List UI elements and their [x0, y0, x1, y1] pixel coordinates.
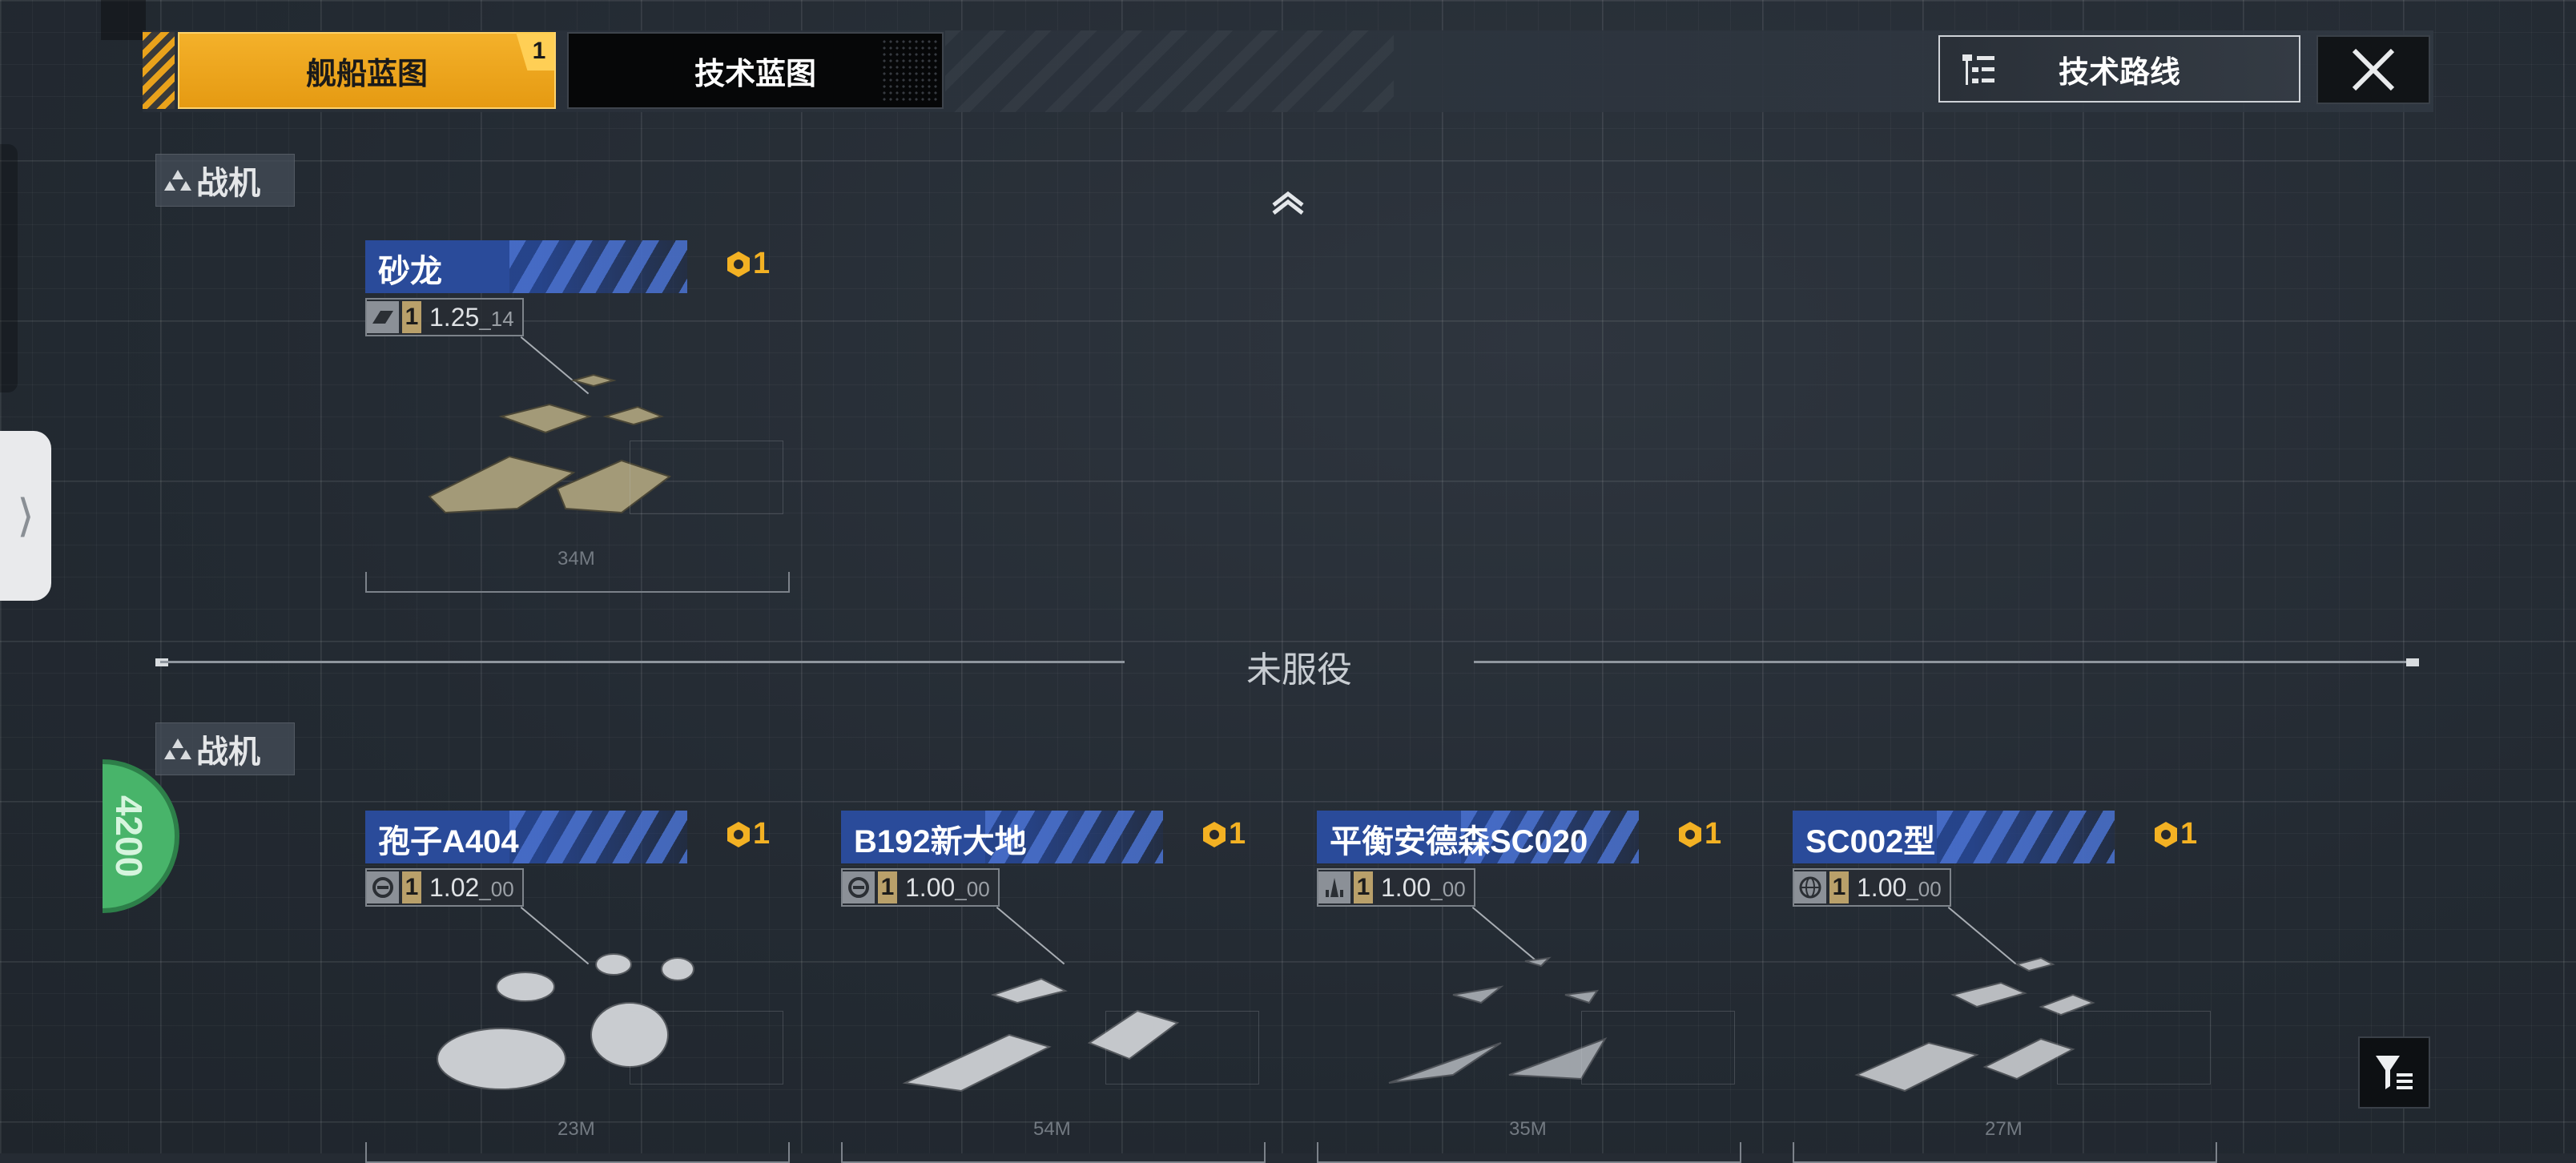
- ship-schematic: [1581, 1011, 1735, 1085]
- ship-length: 23M: [557, 1118, 595, 1140]
- ship-name: 平衡安德森SC020: [1330, 824, 1588, 859]
- command-point-icon: [2155, 821, 2177, 847]
- ship-cost: 1: [724, 247, 770, 281]
- ship-name: 砂龙: [378, 254, 442, 289]
- fighter-class-icon: [164, 738, 191, 759]
- ship-manufacturer-icon: [843, 871, 875, 903]
- ship-name: 孢子A404: [378, 824, 519, 859]
- ship-length: 34M: [557, 548, 595, 569]
- ship-scale-ruler: [1793, 1142, 2217, 1163]
- filter-icon: [2376, 1056, 2413, 1089]
- command-point-icon: [1203, 821, 1226, 847]
- ship-length: 54M: [1033, 1118, 1071, 1140]
- tab-ship-blueprint-label: 舰船蓝图: [305, 57, 428, 91]
- divider-line-right: [1474, 661, 2411, 663]
- ship-cost-value: 1: [753, 817, 771, 851]
- corner-block: [101, 0, 146, 40]
- tab-ship-blueprint[interactable]: 舰船蓝图: [178, 32, 556, 109]
- ship-cost: 1: [1676, 817, 1721, 851]
- ship-card[interactable]: 孢子A404 1 1 1.02_00 23M: [365, 811, 790, 1163]
- ship-length: 27M: [1985, 1118, 2023, 1140]
- ship-card[interactable]: 平衡安德森SC020 1 1 1.00_00 35M: [1317, 811, 1741, 1163]
- green-progress-badge[interactable]: 4200: [103, 759, 179, 913]
- side-expand-tab[interactable]: ⟩: [0, 431, 51, 601]
- ship-cost: 1: [2151, 817, 2197, 851]
- ship-schematic: [630, 441, 783, 514]
- ship-name: SC002型: [1805, 824, 1936, 859]
- ship-card[interactable]: SC002型 1 1 1.00_00 27M: [1793, 811, 2217, 1163]
- ship-scale-ruler: [1317, 1142, 1741, 1163]
- dot-pattern: [881, 38, 937, 103]
- chevron-up-icon[interactable]: [1269, 186, 1307, 218]
- ship-cost-value: 1: [1705, 817, 1722, 851]
- ship-name: B192新大地: [854, 824, 1027, 859]
- side-panel-shadow: [0, 144, 18, 392]
- ship-card[interactable]: B192新大地 1 1 1.00_00 54M: [841, 811, 1266, 1163]
- ship-cost: 1: [724, 817, 770, 851]
- ship-schematic: [630, 1011, 783, 1085]
- filter-button[interactable]: [2358, 1036, 2430, 1109]
- ship-scale-ruler: [365, 572, 790, 593]
- divider-label: 未服役: [1246, 650, 1352, 690]
- ship-manufacturer-icon: [367, 301, 399, 333]
- ship-scale-ruler: [365, 1142, 790, 1163]
- tech-route-label: 技术路线: [2058, 55, 2180, 90]
- close-icon: [2352, 48, 2395, 91]
- chevron-right-icon: ⟩: [17, 490, 34, 541]
- command-point-icon: [727, 251, 750, 277]
- ship-cost: 1: [1200, 817, 1246, 851]
- tree-list-icon: [1962, 54, 1994, 85]
- ship-schematic: [1105, 1011, 1259, 1085]
- ship-cost-value: 1: [753, 247, 771, 280]
- ship-schematic: [2057, 1011, 2211, 1085]
- tab-tech-blueprint-label: 技术蓝图: [694, 57, 816, 91]
- ship-manufacturer-icon: [1318, 871, 1350, 903]
- command-point-icon: [1679, 821, 1701, 847]
- section-header-label: 战机: [196, 734, 260, 770]
- ship-scale-ruler: [841, 1142, 1266, 1163]
- tech-route-button[interactable]: 技术路线: [1938, 35, 2300, 103]
- globe-icon: [1794, 871, 1826, 903]
- fighter-class-icon: [164, 170, 191, 191]
- ship-cost-value: 1: [1229, 817, 1246, 851]
- tab-tech-blueprint[interactable]: 技术蓝图: [567, 32, 944, 109]
- top-bar-stripes: [945, 30, 1394, 112]
- badge-count-text: 1: [532, 38, 546, 64]
- green-badge-text: 4200: [107, 795, 150, 878]
- section-header-label: 战机: [196, 166, 260, 201]
- command-point-icon: [727, 821, 750, 847]
- ship-manufacturer-icon: [367, 871, 399, 903]
- divider-endpoint: [2406, 658, 2419, 666]
- tab-accent-stripes: [143, 32, 175, 109]
- ship-length: 35M: [1509, 1118, 1547, 1140]
- section-header-fighter: 战机: [155, 154, 295, 207]
- ship-card[interactable]: 砂龙 1 1 1.25_14 34M: [365, 240, 790, 593]
- ship-cost-value: 1: [2180, 817, 2198, 851]
- divider-line-left: [160, 661, 1125, 663]
- close-button[interactable]: [2316, 35, 2430, 104]
